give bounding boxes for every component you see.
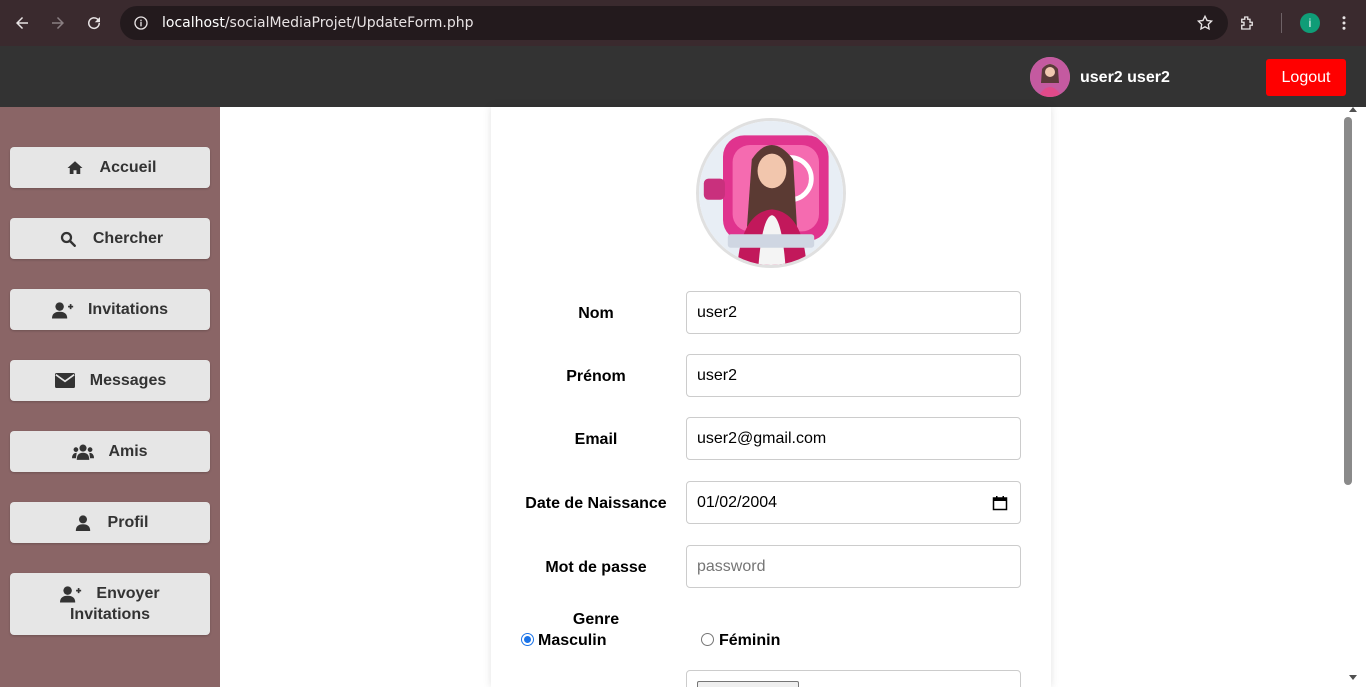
dob-field[interactable]: 01/02/2004 — [686, 481, 1021, 524]
user-icon — [72, 514, 94, 532]
sidebar-item-label: Profil — [107, 513, 149, 531]
envelope-icon — [54, 372, 76, 390]
toolbar-divider — [1281, 13, 1282, 33]
scroll-down-arrow-icon[interactable] — [1349, 675, 1357, 680]
sidebar: Accueil Chercher Invitations Messages Am… — [0, 107, 220, 687]
choose-file-button[interactable] — [697, 681, 799, 687]
bookmark-star-icon[interactable] — [1196, 14, 1214, 32]
feminin-radio[interactable] — [701, 633, 714, 646]
profile-avatar[interactable]: i — [1300, 13, 1320, 33]
app-header: user2 user2 Logout — [0, 46, 1366, 107]
password-label: Mot de passe — [545, 559, 647, 576]
email-label: Email — [574, 431, 618, 448]
forward-button[interactable] — [40, 5, 76, 41]
password-field[interactable]: password — [686, 545, 1021, 588]
extensions-icon[interactable] — [1229, 5, 1265, 41]
reload-button[interactable] — [76, 5, 112, 41]
users-icon — [72, 443, 95, 461]
arrow-left-icon — [16, 17, 28, 29]
user-name: user2 user2 — [1080, 69, 1170, 86]
sidebar-item-label: Amis — [108, 442, 148, 460]
sidebar-item-chercher[interactable]: Chercher — [10, 218, 210, 259]
email-field[interactable]: user2@gmail.com — [686, 417, 1021, 460]
sidebar-item-label: Envoyer — [96, 585, 160, 602]
page-scrollbar[interactable] — [1340, 107, 1366, 687]
browser-toolbar: localhost/socialMediaProjet/UpdateForm.p… — [0, 0, 1366, 46]
sidebar-item-accueil[interactable]: Accueil — [10, 147, 210, 188]
calendar-icon[interactable] — [992, 495, 1008, 511]
user-plus-icon — [51, 301, 74, 319]
sidebar-item-label-line2: Invitations — [69, 606, 150, 623]
sidebar-item-label: Messages — [89, 371, 167, 389]
profile-picture — [696, 118, 846, 268]
dob-label: Date de Naissance — [525, 495, 667, 512]
nom-label: Nom — [578, 305, 614, 322]
sidebar-item-amis[interactable]: Amis — [10, 431, 210, 472]
scrollbar-thumb[interactable] — [1344, 117, 1352, 485]
avatar[interactable] — [1030, 57, 1070, 97]
toolbar-actions: i — [1229, 0, 1366, 46]
scroll-up-arrow-icon[interactable] — [1349, 107, 1357, 112]
url-host: localhost — [162, 15, 225, 31]
url-path: /socialMediaProjet/UpdateForm.php — [224, 15, 474, 31]
sidebar-item-profil[interactable]: Profil — [10, 502, 210, 543]
url-text: localhost/socialMediaProjet/UpdateForm.p… — [162, 15, 474, 31]
file-field[interactable] — [686, 670, 1021, 687]
masculin-label: Masculin — [538, 632, 607, 649]
masculin-radio[interactable] — [521, 633, 534, 646]
sidebar-item-envoyer-invitations[interactable]: Envoyer Invitations — [10, 573, 210, 635]
sidebar-item-label: Accueil — [99, 158, 157, 176]
back-button[interactable] — [4, 5, 40, 41]
sidebar-item-label: Invitations — [87, 300, 168, 318]
reload-icon — [88, 17, 101, 30]
nom-field[interactable]: user2 — [686, 291, 1021, 334]
sidebar-item-label: Chercher — [92, 229, 164, 247]
menu-icon[interactable] — [1334, 5, 1354, 41]
site-info-icon[interactable] — [132, 14, 150, 32]
genre-label: Genre — [572, 611, 620, 628]
feminin-label: Féminin — [719, 632, 781, 649]
sidebar-item-invitations[interactable]: Invitations — [10, 289, 210, 330]
logout-button[interactable]: Logout — [1266, 59, 1346, 96]
arrow-right-icon — [52, 17, 64, 29]
user-plus-icon — [60, 585, 82, 603]
sidebar-item-messages[interactable]: Messages — [10, 360, 210, 401]
prenom-field[interactable]: user2 — [686, 354, 1021, 397]
prenom-label: Prénom — [566, 368, 626, 385]
dob-value: 01/02/2004 — [697, 493, 778, 511]
update-form: Nom user2 Prénom user2 Email user2@gmail… — [491, 107, 1051, 687]
search-icon — [57, 230, 79, 248]
home-icon — [64, 159, 86, 177]
address-bar[interactable]: localhost/socialMediaProjet/UpdateForm.p… — [120, 6, 1228, 40]
